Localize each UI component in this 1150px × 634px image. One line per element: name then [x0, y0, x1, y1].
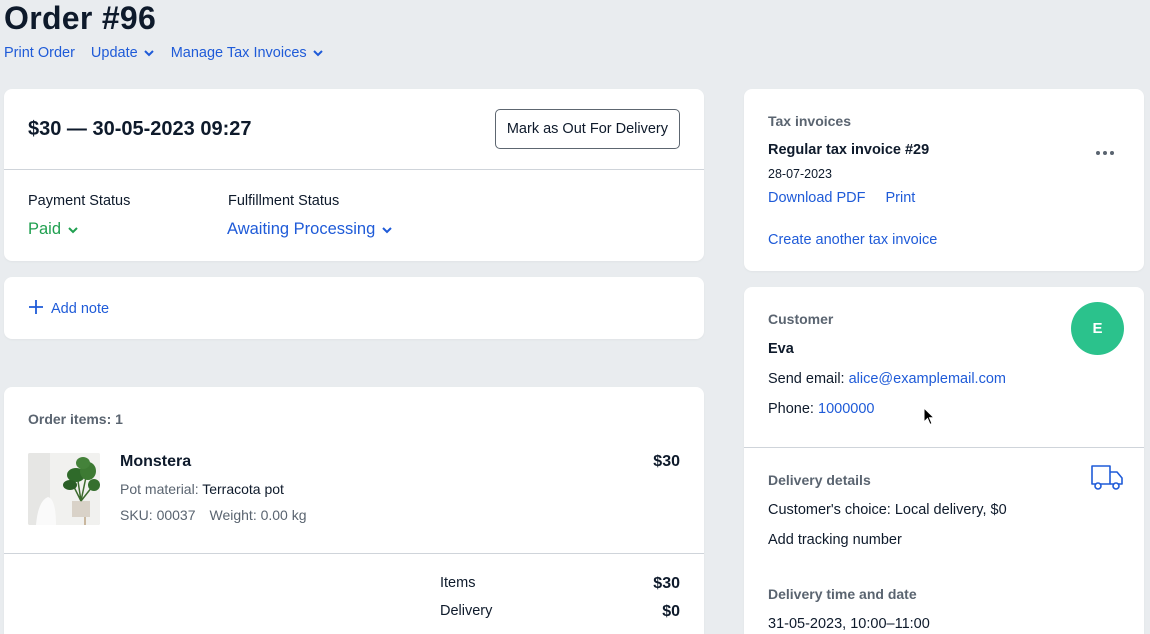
customer-card: Customer E Eva Send email: alice@example…	[744, 287, 1144, 634]
order-items-card: Order items: 1 Monstera $30 Pot material…	[4, 387, 704, 634]
tax-invoices-title: Tax invoices	[768, 113, 852, 129]
totals-label: Items	[440, 575, 476, 591]
order-summary-card: $30 — 30-05-2023 09:27 Mark as Out For D…	[4, 89, 704, 261]
fulfillment-status-label: Fulfillment Status	[228, 193, 340, 209]
product-option: Pot material: Terracota pot	[120, 481, 284, 497]
customer-title: Customer	[768, 311, 834, 327]
divider	[4, 169, 704, 170]
customer-name: Eva	[768, 341, 794, 357]
totals-value: $0	[662, 603, 680, 620]
customer-phone-link[interactable]: 1000000	[818, 401, 874, 417]
update-label: Update	[90, 45, 138, 61]
page-title: Order #96	[4, 0, 157, 36]
manage-tax-invoices-menu[interactable]: Manage Tax Invoices	[171, 45, 324, 61]
chevron-down-icon	[381, 224, 393, 236]
chevron-down-icon	[67, 224, 79, 236]
product-price: $30	[653, 453, 680, 470]
payment-status-value: Paid	[28, 220, 62, 238]
order-items-title: Order items: 1	[28, 411, 123, 427]
update-menu[interactable]: Update	[91, 45, 155, 61]
manage-tax-label: Manage Tax Invoices	[170, 45, 307, 61]
print-invoice-link[interactable]: Print	[886, 190, 916, 206]
delivery-details-title: Delivery details	[768, 472, 871, 488]
tax-invoice-name: Regular tax invoice #29	[768, 142, 930, 158]
email-label: Send email:	[768, 371, 845, 387]
add-note-label: Add note	[51, 301, 110, 317]
order-actions-nav: Print Order Update Manage Tax Invoices	[4, 45, 324, 61]
print-order-link[interactable]: Print Order	[4, 45, 75, 61]
product-sku: SKU: 00037	[120, 507, 196, 523]
product-option-value: Terracota pot	[202, 481, 284, 497]
payment-status-dropdown[interactable]: Paid	[28, 220, 79, 239]
delivery-time-title: Delivery time and date	[768, 586, 917, 602]
order-summary-heading: $30 — 30-05-2023 09:27	[28, 118, 252, 140]
tax-invoice-date: 28-07-2023	[768, 167, 832, 181]
tax-invoice-actions: Download PDF Print	[768, 190, 915, 206]
totals-row-items: Items $30	[440, 575, 680, 593]
phone-label: Phone:	[768, 401, 814, 417]
add-tracking-number-link[interactable]: Add tracking number	[768, 532, 902, 548]
product-meta: SKU: 00037 Weight: 0.00 kg	[120, 507, 307, 523]
delivery-choice: Customer's choice: Local delivery, $0	[768, 502, 1007, 518]
cursor-icon	[923, 406, 936, 431]
customer-phone-row: Phone: 1000000	[768, 401, 874, 417]
fulfillment-status-value: Awaiting Processing	[227, 220, 376, 238]
chevron-down-icon	[143, 47, 155, 59]
truck-icon	[1090, 463, 1124, 496]
totals-row-delivery: Delivery $0	[440, 603, 680, 621]
divider	[4, 553, 704, 554]
divider	[744, 447, 1144, 448]
totals-value: $30	[653, 575, 680, 592]
payment-status-label: Payment Status	[28, 193, 131, 209]
customer-email-link[interactable]: alice@examplemail.com	[849, 371, 1006, 387]
add-note-button[interactable]: Add note	[28, 299, 109, 319]
mark-out-for-delivery-button[interactable]: Mark as Out For Delivery	[494, 109, 680, 149]
plus-icon	[28, 299, 44, 319]
customer-email-row: Send email: alice@examplemail.com	[768, 371, 1006, 387]
create-tax-invoice-link[interactable]: Create another tax invoice	[768, 232, 937, 248]
product-weight: Weight: 0.00 kg	[209, 507, 307, 523]
more-dots-icon[interactable]	[1096, 151, 1114, 155]
delivery-time-value: 31-05-2023, 10:00–11:00	[768, 616, 930, 632]
fulfillment-status-dropdown[interactable]: Awaiting Processing	[227, 220, 393, 239]
note-card: Add note	[4, 277, 704, 339]
product-option-label: Pot material:	[120, 481, 199, 497]
product-name[interactable]: Monstera	[120, 453, 191, 471]
tax-invoices-card: Tax invoices Regular tax invoice #29 28-…	[744, 89, 1144, 271]
avatar: E	[1071, 302, 1124, 355]
chevron-down-icon	[312, 47, 324, 59]
download-pdf-link[interactable]: Download PDF	[768, 190, 866, 206]
totals-label: Delivery	[440, 603, 493, 619]
print-order-label: Print Order	[4, 45, 75, 61]
product-image[interactable]	[28, 453, 100, 525]
